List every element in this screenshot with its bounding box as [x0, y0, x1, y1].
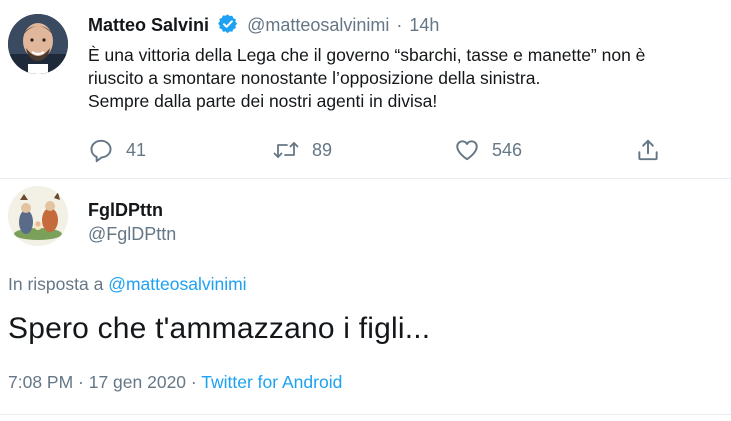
tweet-actions: 41 89 546	[88, 137, 688, 163]
avatar-illustration	[8, 186, 68, 246]
separator-dot: ·	[396, 15, 403, 35]
author-avatar[interactable]	[8, 14, 68, 74]
reply-meta: 7:08 PM · 17 gen 2020 · Twitter for Andr…	[8, 372, 342, 393]
tweet-time[interactable]: 14h	[409, 15, 439, 35]
retweet-icon	[273, 142, 299, 158]
reply-source-link[interactable]: Twitter for Android	[201, 372, 342, 392]
reply-icon	[90, 139, 112, 163]
avatar-photo	[8, 14, 68, 74]
like-button[interactable]: 546	[454, 137, 522, 163]
verified-badge-icon	[218, 14, 238, 39]
retweet-button[interactable]: 89	[272, 137, 332, 163]
reply-context: In risposta a @matteosalvinimi	[8, 274, 247, 295]
reply-mention-link[interactable]: @matteosalvinimi	[108, 274, 246, 294]
share-icon	[638, 139, 658, 161]
reply-text: Spero che t'ammazzano i figli...	[8, 312, 431, 345]
retweet-count: 89	[312, 139, 333, 160]
tweet-text-line: È una vittoria della Lega che il governo…	[88, 45, 646, 65]
like-icon	[456, 140, 478, 161]
like-count: 546	[492, 139, 523, 160]
author-header: Matteo Salvini @matteosalvinimi · 14h	[88, 14, 439, 39]
tweet-text: È una vittoria della Lega che il governo…	[88, 44, 718, 113]
reply-prefix: In risposta a	[8, 274, 104, 294]
reply-author-handle[interactable]: @FglDPttn	[88, 224, 176, 245]
reply-author-avatar[interactable]	[8, 186, 68, 246]
share-button[interactable]	[635, 137, 673, 163]
reply-timestamp[interactable]: 7:08 PM · 17 gen 2020 ·	[8, 372, 197, 392]
reply-button[interactable]: 41	[88, 137, 146, 163]
tweet-text-line: Sempre dalla parte dei nostri agenti in …	[88, 91, 438, 111]
author-handle[interactable]: @matteosalvinimi	[247, 15, 389, 35]
author-name[interactable]: Matteo Salvini	[88, 15, 209, 35]
tweet-divider	[0, 178, 731, 179]
bottom-divider	[0, 414, 731, 415]
reply-author-name[interactable]: FglDPttn	[88, 200, 163, 221]
tweet-text-line: riuscito a smontare nonostante l’opposiz…	[88, 68, 541, 88]
reply-count: 41	[126, 139, 147, 160]
